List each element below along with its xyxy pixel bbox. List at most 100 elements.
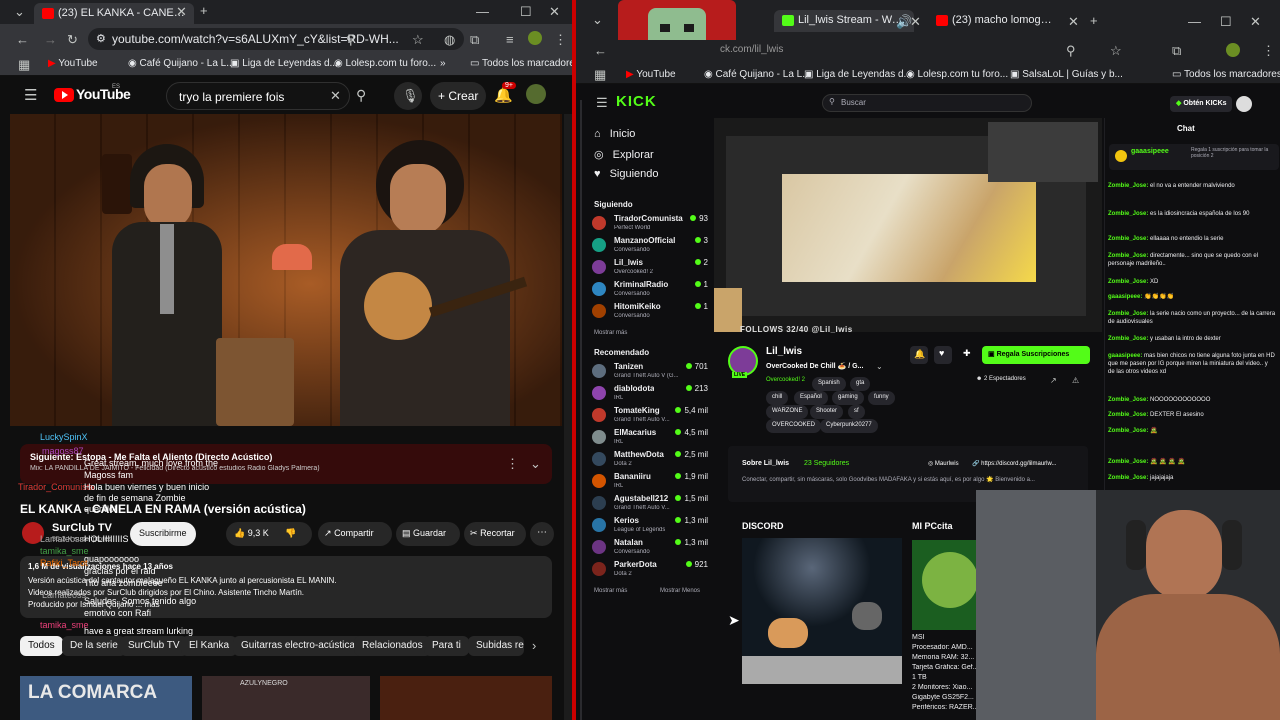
chat-username[interactable]: Zombie_Jose: <box>1108 211 1148 217</box>
pinned-gift[interactable]: gaaasipeee Regala 1 suscripción para tom… <box>1109 144 1279 170</box>
show-more-link[interactable]: Mostrar más <box>594 588 627 594</box>
hamburger-menu-icon[interactable]: ☰ <box>24 86 37 104</box>
gift-subs-button[interactable]: ▣ Regala Suscripciones <box>982 346 1090 364</box>
create-button[interactable]: + Crear <box>430 82 486 110</box>
chip-related[interactable]: Relacionados <box>354 636 431 656</box>
related-thumbnail[interactable]: LA COMARCA <box>20 676 192 720</box>
nav-following[interactable]: ♥ Siguiendo <box>594 168 659 180</box>
stream-category[interactable]: Overcooked! 2 <box>766 377 805 383</box>
dislike-icon[interactable]: 👎 <box>285 528 296 538</box>
bookmark-cafe-quijano[interactable]: ◉ Café Quijano - La L... <box>128 58 235 69</box>
channel-row[interactable]: TomateKing Grand Theft Auto V... 5,4 mil <box>592 406 708 428</box>
share-icon[interactable]: ↗ <box>1050 376 1057 385</box>
chat-username[interactable]: Zombie_Jose: <box>1108 475 1148 481</box>
tab-kick-stream[interactable]: Lil_lwis Stream - Watch Live <box>774 10 914 32</box>
search-input[interactable]: tryo la premiere fois <box>166 82 350 110</box>
reload-icon[interactable]: ↻ <box>67 32 78 48</box>
chat-username[interactable]: Zombie_Jose: <box>1108 459 1148 465</box>
chat-username[interactable]: Zombie_Jose: <box>1108 183 1148 189</box>
chip-recent[interactable]: Subidas rec <box>468 636 524 656</box>
channel-row[interactable]: Natalan Conversando 1,3 mil <box>592 538 708 560</box>
new-tab-icon[interactable]: + <box>1090 13 1098 28</box>
media-icon[interactable]: ≡ <box>506 32 514 47</box>
chat-username[interactable]: Zombie_Jose: <box>1108 311 1148 317</box>
kick-search-input[interactable]: ⚲ Buscar <box>822 94 1032 112</box>
channel-row[interactable]: TiradorComunista Perfect World 93 <box>592 214 708 236</box>
chrome-menu-icon[interactable]: ⋮ <box>554 32 567 48</box>
bookmark-lolesp[interactable]: ◉ Lolesp.com tu foro... <box>906 69 1008 80</box>
bookmark-cafe-quijano[interactable]: ◉ Café Quijano - La L... <box>704 69 811 80</box>
all-bookmarks[interactable]: ▭ Todos los marcadores <box>1172 69 1280 80</box>
bookmark-lolesp[interactable]: ◉ Lolesp.com tu foro... <box>334 58 436 69</box>
close-window-button[interactable]: ✕ <box>1250 14 1261 30</box>
channel-row[interactable]: ManzanoOfficial Conversando 3 <box>592 236 708 258</box>
back-icon[interactable]: ← <box>594 43 607 58</box>
more-options-icon[interactable]: ⋮ <box>506 456 519 472</box>
stream-tag[interactable]: funny <box>868 391 895 405</box>
scrollbar[interactable] <box>564 114 572 720</box>
report-icon[interactable]: ⚠ <box>1072 376 1079 385</box>
streamer-name[interactable]: Lil_lwis <box>766 346 802 357</box>
close-window-button[interactable]: ✕ <box>549 4 560 20</box>
tab-youtube-video[interactable]: (23) EL KANKA - CANELA EN R... <box>34 3 194 24</box>
stream-tag[interactable]: sf <box>848 405 865 419</box>
discord-link[interactable]: 🔗 https://discord.gg/lilmaurlw... <box>972 460 1082 467</box>
channel-row[interactable]: Lil_lwis Overcooked! 2 2 <box>592 258 708 280</box>
close-tab-icon[interactable]: ✕ <box>910 14 921 30</box>
related-thumbnail[interactable]: AZULYNEGRO <box>202 676 370 720</box>
menu-icon[interactable]: ☰ <box>596 95 608 111</box>
show-less-link[interactable]: Mostrar Menos <box>660 588 700 594</box>
youtube-logo-text[interactable]: YouTube <box>76 86 131 102</box>
channel-row[interactable]: diablodota IRL 213 <box>592 384 708 406</box>
close-tab-icon[interactable]: ✕ <box>176 4 187 20</box>
nav-explore[interactable]: ◎ Explorar <box>594 148 654 161</box>
chat-username[interactable]: Zombie_Jose: <box>1108 336 1148 342</box>
maximize-button[interactable]: ☐ <box>520 4 532 20</box>
chat-username[interactable]: gaaasipeee: <box>1108 353 1142 359</box>
clip-button[interactable]: ✂ Recortar <box>464 522 526 546</box>
bookmark-liga-leyendas[interactable]: ▣ Liga de Leyendas d... <box>230 58 338 69</box>
chat-username[interactable]: Zombie_Jose: <box>1108 236 1148 242</box>
close-tab-icon[interactable]: ✕ <box>1068 14 1079 30</box>
stream-tag[interactable]: gaming <box>832 391 864 405</box>
stream-player[interactable] <box>714 118 1102 332</box>
clear-search-icon[interactable]: ✕ <box>330 88 341 104</box>
bookmark-salsalol[interactable]: ▣ SalsaLoL | Guías y b... <box>1010 69 1123 80</box>
bookmark-liga-leyendas[interactable]: ▣ Liga de Leyendas d... <box>804 69 912 80</box>
chevron-down-icon[interactable]: ⌄ <box>530 456 541 472</box>
follow-heart-icon[interactable]: ♥ <box>934 346 952 364</box>
tab-search-icon[interactable]: ⌄ <box>14 4 25 20</box>
chat-username[interactable]: gaaasipeee: <box>1108 294 1142 300</box>
stream-tag[interactable]: WARZONE <box>766 405 809 419</box>
discord-panel-image[interactable] <box>742 538 902 684</box>
tab-search-icon[interactable]: ⌄ <box>592 12 603 28</box>
url-text[interactable]: ck.com/lil_lwis <box>720 44 783 55</box>
back-icon[interactable]: ← <box>16 32 29 47</box>
zoom-icon[interactable]: ⚲ <box>346 32 356 48</box>
chat-username[interactable]: Zombie_Jose: <box>1108 412 1148 418</box>
chip-for-you[interactable]: Para ti <box>424 636 469 656</box>
stream-tag[interactable]: gta <box>850 377 871 391</box>
account-avatar[interactable] <box>526 84 546 104</box>
extensions-puzzle-icon[interactable]: ⧉ <box>470 32 479 48</box>
chat-username[interactable]: Zombie_Jose: <box>1108 428 1148 434</box>
video-player[interactable] <box>10 114 562 426</box>
extension-icon[interactable]: ◍ <box>444 32 455 48</box>
channel-row[interactable]: KriminalRadio Conversando 1 <box>592 280 708 302</box>
stream-tag[interactable]: Shooter <box>810 405 844 419</box>
stream-tag[interactable]: Español <box>794 391 828 405</box>
tab-youtube[interactable]: (23) macho lomogoldo - YouTu... <box>928 10 1064 32</box>
bookmark-star-icon[interactable]: ☆ <box>1110 43 1122 59</box>
bookmark-star-icon[interactable]: ☆ <box>412 32 424 48</box>
show-more-link[interactable]: Mostrar más <box>594 330 627 336</box>
channel-row[interactable]: Kerios League of Legends 1,3 mil <box>592 516 708 538</box>
search-icon[interactable]: ⚲ <box>356 87 366 104</box>
stream-tag[interactable]: Cyberpunk20277 <box>820 419 878 433</box>
chrome-menu-icon[interactable]: ⋮ <box>1262 43 1275 59</box>
channel-row[interactable]: Bananiiru IRL 1,9 mil <box>592 472 708 494</box>
chevron-down-icon[interactable]: ⌄ <box>876 362 883 371</box>
forward-icon[interactable]: → <box>44 32 57 47</box>
chat-username[interactable]: Zombie_Jose: <box>1108 397 1148 403</box>
bookmark-youtube[interactable]: ▶ YouTube <box>48 58 98 69</box>
maximize-button[interactable]: ☐ <box>1220 14 1232 30</box>
